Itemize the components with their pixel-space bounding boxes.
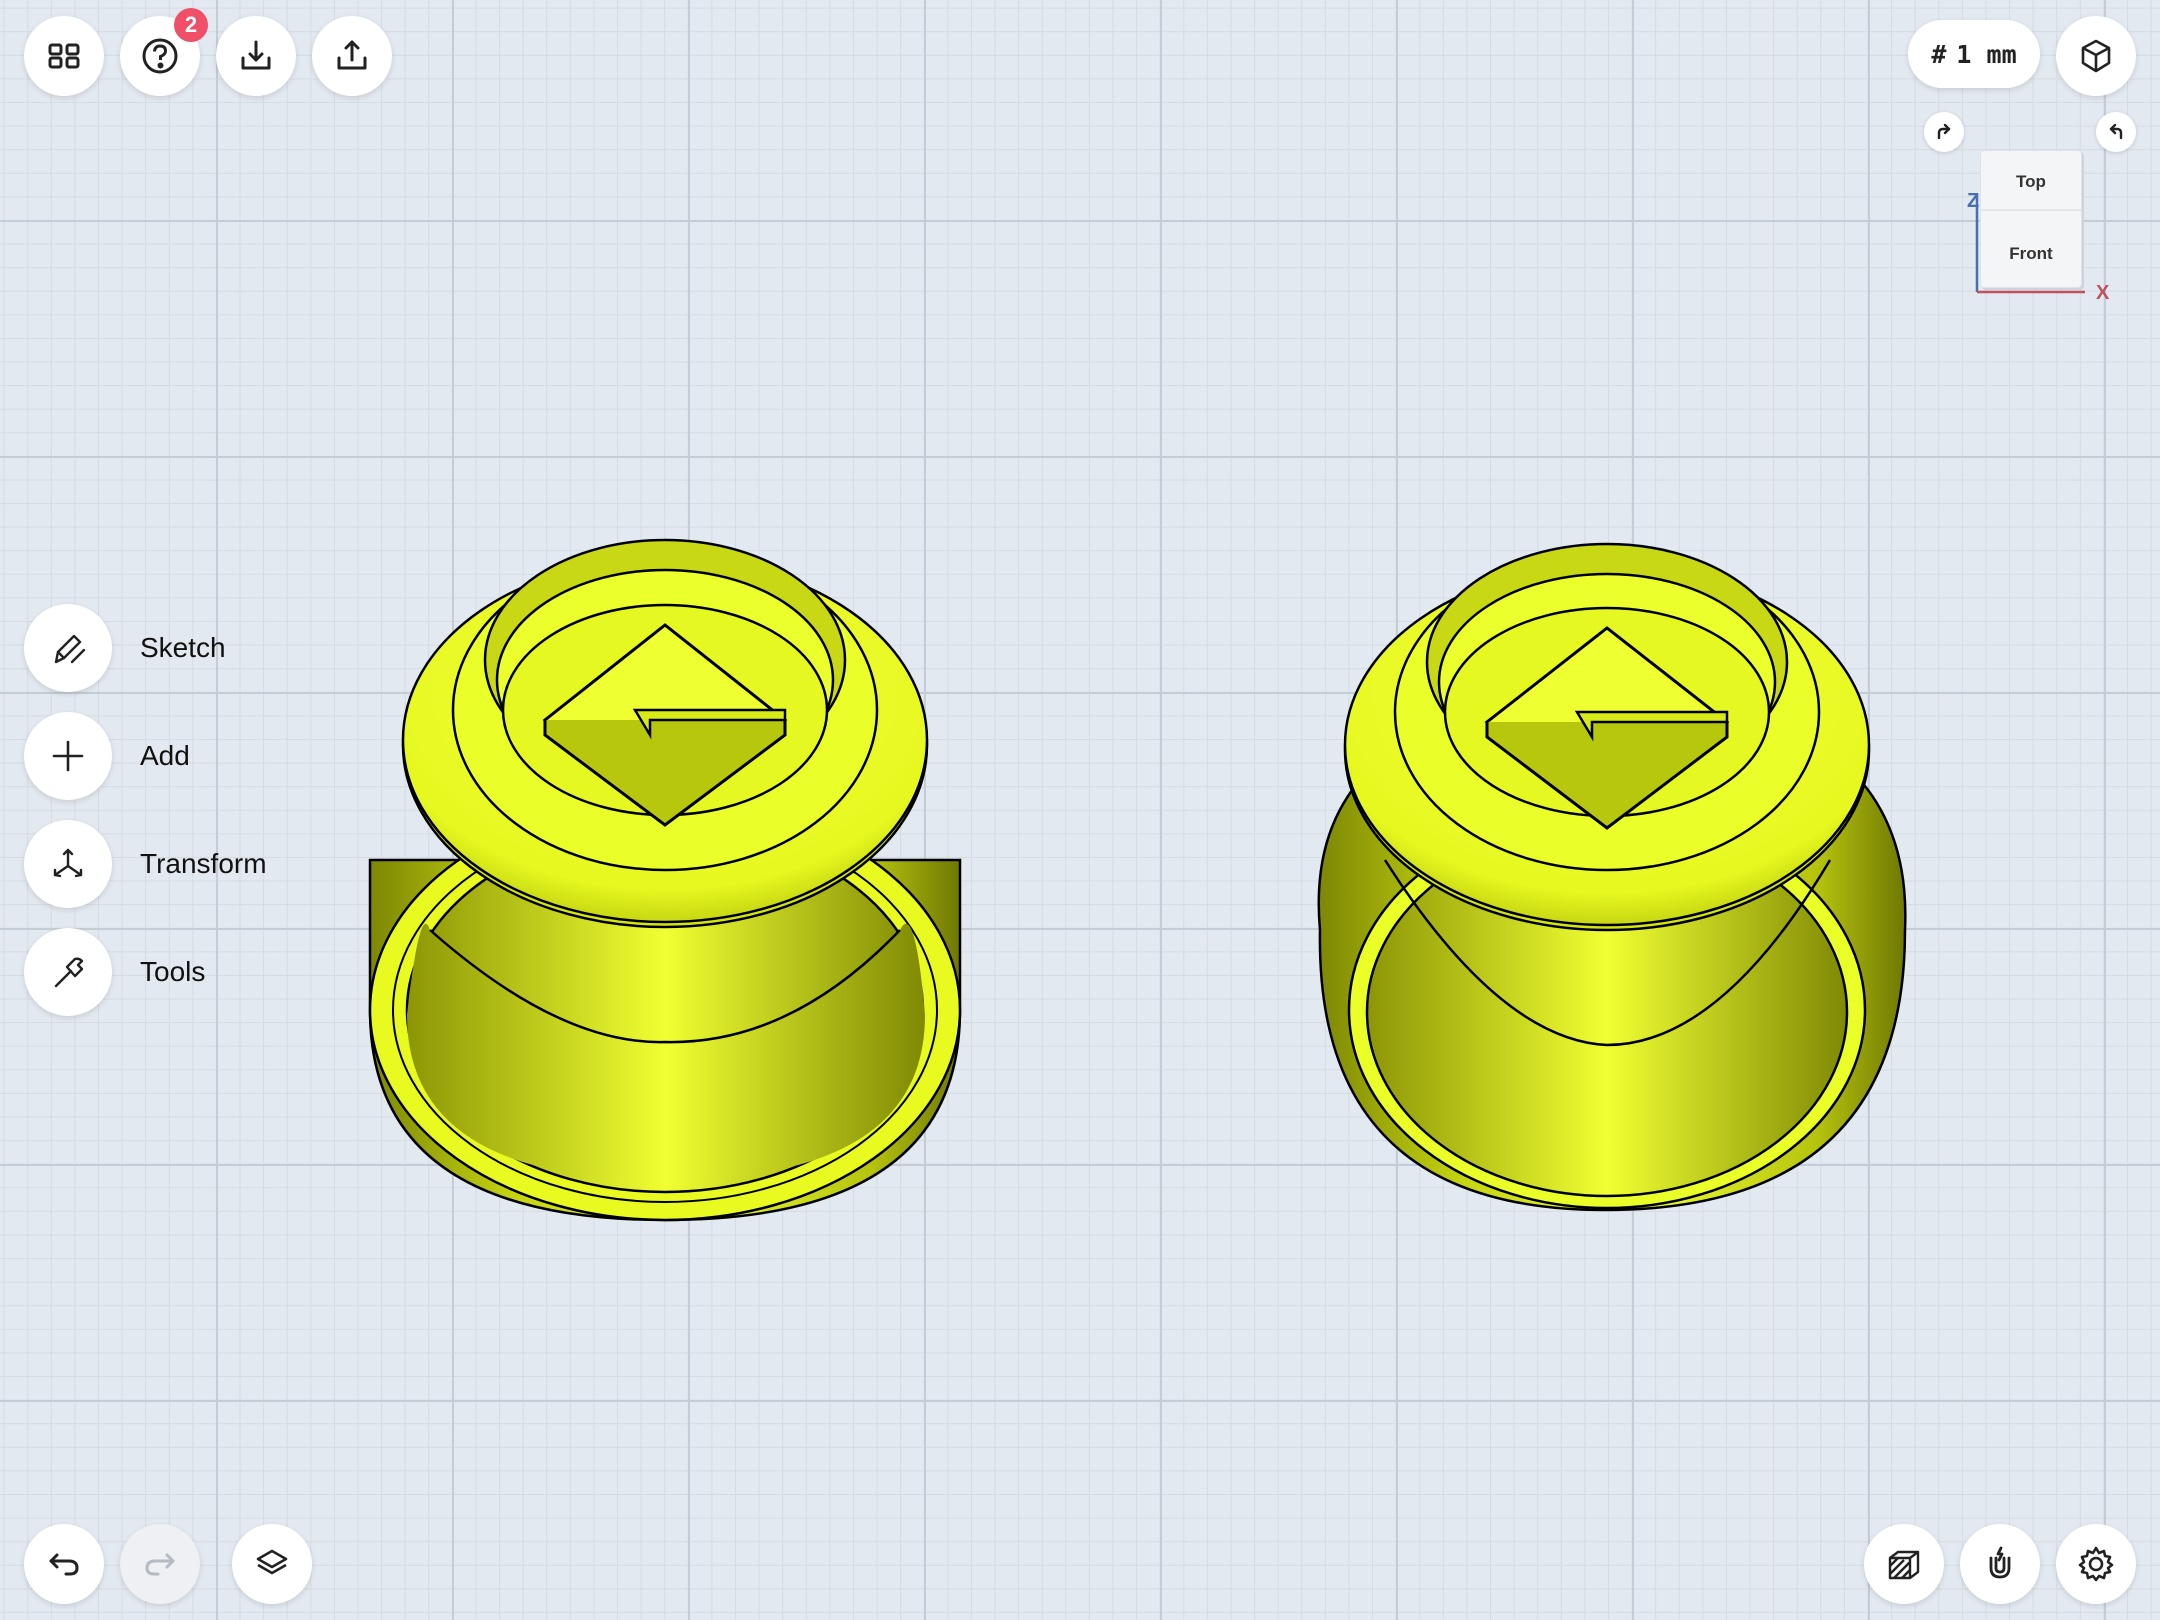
- viewport-3d[interactable]: [0, 0, 2160, 1620]
- help-button[interactable]: 2: [120, 8, 208, 96]
- grid-size-button[interactable]: # 1 mm: [1908, 20, 2040, 88]
- menu-item-sketch[interactable]: Sketch: [24, 604, 226, 692]
- settings-button[interactable]: [2056, 1524, 2136, 1604]
- plus-icon: [52, 740, 84, 772]
- layers-icon: [256, 1549, 288, 1575]
- layers-button[interactable]: [232, 1524, 312, 1604]
- settings-gear-icon: [2078, 1546, 2114, 1582]
- snap-button[interactable]: [1960, 1524, 2040, 1604]
- view-mode-button[interactable]: [2056, 16, 2136, 96]
- menu-item-add[interactable]: Add: [24, 712, 190, 800]
- grid-size-label: 1 mm: [1956, 39, 2017, 69]
- undo-icon: [49, 1553, 79, 1576]
- rotate-ccw-icon: [2109, 123, 2123, 140]
- undo-button[interactable]: [24, 1524, 104, 1604]
- snap-magnet-icon: [1989, 1546, 2011, 1579]
- axis-indicator: [1975, 194, 2085, 294]
- menu-item-tools[interactable]: Tools: [24, 928, 205, 1016]
- render-mode-button[interactable]: [1864, 1524, 1944, 1604]
- tools-button[interactable]: [24, 928, 112, 1016]
- grid-hash-icon: #: [1931, 39, 1947, 69]
- rotate-right-button[interactable]: [2096, 112, 2136, 152]
- help-icon: [142, 38, 178, 74]
- z-axis-label: Z: [1967, 190, 1980, 212]
- hammer-icon: [54, 957, 84, 988]
- import-icon: [241, 40, 271, 70]
- export-icon: [337, 40, 367, 70]
- menu-item-transform[interactable]: Transform: [24, 820, 267, 908]
- rotate-left-button[interactable]: [1924, 112, 1964, 152]
- cube-view-icon: [2081, 39, 2111, 73]
- redo-icon: [145, 1553, 175, 1576]
- export-button[interactable]: [312, 16, 392, 96]
- ring-model-left[interactable]: [368, 538, 962, 1222]
- tools-label: Tools: [140, 956, 206, 987]
- transform-axes-icon: [53, 848, 83, 878]
- help-notification-badge: 2: [174, 8, 208, 42]
- sketch-button[interactable]: [24, 604, 112, 692]
- rotate-cw-icon: [1937, 123, 1951, 140]
- x-axis-label: X: [2096, 282, 2110, 304]
- gallery-button[interactable]: [24, 16, 104, 96]
- ring-model-right[interactable]: [1317, 542, 1907, 1212]
- pencil-sketch-icon: [54, 634, 86, 664]
- add-label: Add: [140, 740, 190, 771]
- sketch-label: Sketch: [140, 632, 226, 663]
- add-button[interactable]: [24, 712, 112, 800]
- render-mode-icon: [1888, 1550, 1920, 1580]
- transform-label: Transform: [140, 848, 267, 879]
- transform-button[interactable]: [24, 820, 112, 908]
- redo-button[interactable]: [120, 1524, 200, 1604]
- grid-icon: [48, 43, 80, 69]
- import-button[interactable]: [216, 16, 296, 96]
